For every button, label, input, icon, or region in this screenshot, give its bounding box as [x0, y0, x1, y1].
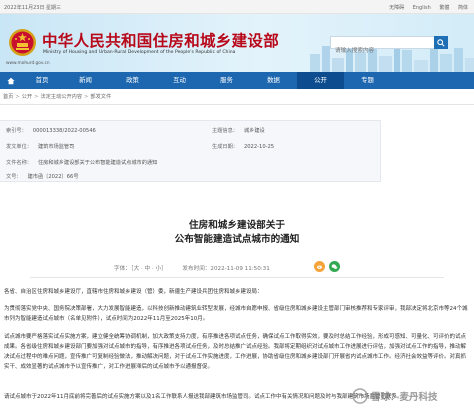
search-icon — [437, 38, 445, 47]
snowball-logo-icon — [352, 388, 368, 404]
share-weibo-icon[interactable] — [314, 261, 325, 272]
info-created-date: 生成日期： 2022-10-25 — [212, 144, 275, 150]
info-topic: 主题信息： 城乡建设 — [212, 128, 265, 134]
search-box — [330, 36, 448, 57]
nav-item-policy[interactable]: 政策 — [109, 72, 156, 89]
breadcrumb-home[interactable]: 首页 — [3, 94, 13, 100]
accessibility-link[interactable]: 无障碍 — [389, 5, 404, 11]
main-nav: 首页 新闻 政策 互动 服务 数据 公开 专题 — [0, 72, 474, 89]
site-url: www.mohurd.gov.cn — [6, 61, 50, 66]
font-size-label: 字体： — [114, 266, 131, 272]
breadcrumb-ministry-docs[interactable]: 部发文件 — [90, 94, 111, 100]
nav-item-news[interactable]: 新闻 — [62, 72, 109, 89]
nav-item-home[interactable]: 首页 — [22, 72, 62, 89]
info-issuer: 发文单位： 建筑市场监管司 — [6, 144, 75, 150]
paragraph-salutation: 各省、自治区住房和城乡建设厅，直辖市住房和城乡建设（管）委，新疆生产建设兵团住房… — [4, 289, 263, 295]
breadcrumb: 首页 > 公开 > 法定主动公开内容 > 部发文件 — [0, 89, 474, 105]
site-title: 中华人民共和国住房和城乡建设部 — [42, 31, 280, 50]
search-button[interactable] — [434, 36, 448, 49]
wechat-icon — [331, 264, 338, 269]
nav-item-service[interactable]: 服务 — [203, 72, 250, 89]
nav-item-interaction[interactable]: 互动 — [156, 72, 203, 89]
breadcrumb-statutory[interactable]: 法定主动公开内容 — [41, 94, 83, 100]
breadcrumb-public[interactable]: 公开 — [22, 94, 32, 100]
info-index-number: 索引号： 000013338/2022-00546 — [6, 128, 96, 134]
search-input[interactable] — [331, 45, 431, 57]
nav-item-topics[interactable]: 专题 — [344, 72, 391, 89]
weibo-icon — [317, 265, 322, 269]
meta-divider — [30, 277, 444, 278]
article-title-line2: 公布智能建造试点城市的通知 — [174, 234, 300, 245]
simplified-chinese-link[interactable]: 简体 — [458, 5, 468, 11]
info-document-number: 文号： 建市函〔2022〕66号 — [6, 174, 79, 180]
article-meta: 字体：［大 · 中 · 小］ 发布时间：2022-11-09 11:50:31 — [114, 264, 270, 272]
watermark-text: 雪球：麦丹科技 — [371, 392, 438, 403]
document-info-box: 索引号： 000013338/2022-00546 主题信息： 城乡建设 发文单位：… — [0, 120, 381, 182]
top-utility-bar: 2022年11月23日 星期三 无障碍 English 繁體 简体 — [0, 0, 474, 14]
english-link[interactable]: English — [413, 5, 431, 11]
info-file-name: 文件名称： 住房和城乡建设部关于公布智能建造试点城市的通知 — [6, 160, 158, 166]
national-emblem-icon — [9, 29, 36, 56]
publish-time: 发布时间：2022-11-09 11:50:31 — [182, 266, 270, 272]
nav-item-data[interactable]: 数据 — [250, 72, 297, 89]
nav-item-public[interactable]: 公开 — [297, 72, 344, 89]
nav-home-icon-button[interactable] — [0, 72, 22, 89]
utility-links: 无障碍 English 繁體 简体 — [382, 4, 468, 11]
xueqiu-watermark: 雪球：麦丹科技 — [352, 386, 472, 406]
paragraph-requirements: 试点城市要严格落实试点实施方案，建立健全统筹协调机制，加大政策支持力度，有序推进… — [4, 334, 467, 370]
home-icon — [7, 77, 15, 84]
site-subtitle: Ministry of Housing and Urban-Rural Deve… — [43, 50, 236, 55]
site-header: 中华人民共和国住房和城乡建设部 Ministry of Housing and … — [0, 14, 474, 72]
article-title-line1: 住房和城乡建设部关于 — [189, 220, 285, 231]
font-size-selector[interactable]: ［大 · 中 · 小］ — [131, 266, 167, 272]
traditional-chinese-link[interactable]: 繁體 — [439, 5, 449, 11]
share-wechat-icon[interactable] — [329, 261, 340, 272]
paragraph-intro: 为贯彻落实党中央、国务院决策部署，大力发展智能建造，以科技创新推动建筑业转型发展… — [4, 306, 468, 322]
current-date: 2022年11月23日 星期三 — [4, 5, 62, 11]
